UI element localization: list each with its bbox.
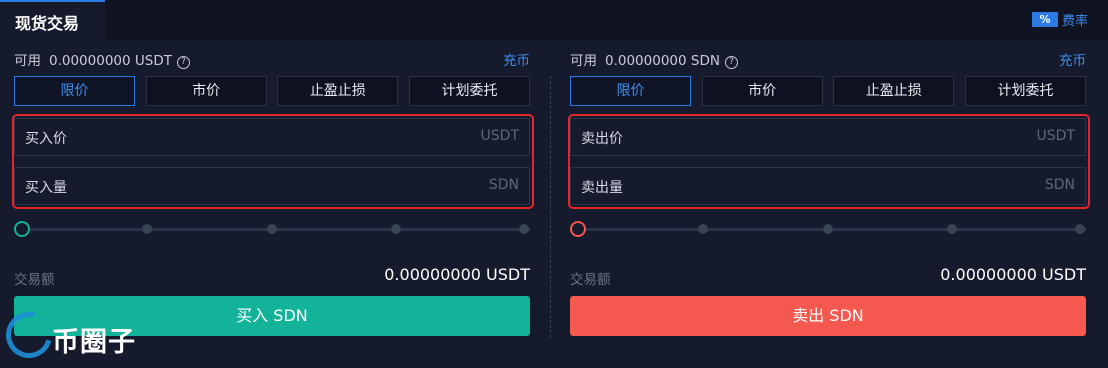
- buy-amount-value: 0.00000000 USDT: [384, 265, 530, 284]
- sell-highlight-box: [568, 114, 1090, 209]
- sell-slider-handle[interactable]: [570, 221, 586, 237]
- buy-amount-label: 交易额: [14, 272, 55, 288]
- sell-tab-market[interactable]: 市价: [701, 76, 823, 106]
- buy-slider-step-75[interactable]: [391, 224, 401, 234]
- watermark-text: 币圈子: [52, 327, 136, 358]
- sell-tab-plan-order[interactable]: 计划委托: [964, 76, 1086, 106]
- sell-slider-step-75[interactable]: [947, 224, 957, 234]
- buy-slider-step-50[interactable]: [267, 224, 277, 234]
- sell-button[interactable]: 卖出 SDN: [570, 296, 1086, 336]
- sell-deposit-link[interactable]: 充币: [1059, 49, 1086, 69]
- sell-amount-value: 0.00000000 USDT: [940, 265, 1086, 284]
- tab-spot-trading-label: 现货交易: [15, 14, 80, 33]
- sell-panel: 可用 0.00000000 SDN? 充币 限价 市价 止盈止损 计划委托 卖出价…: [568, 40, 1090, 368]
- buy-slider-handle[interactable]: [14, 221, 30, 237]
- sell-amount-row: 交易额 0.00000000 USDT: [570, 265, 1086, 288]
- sell-available-label: 可用: [570, 53, 597, 69]
- buy-tab-market[interactable]: 市价: [145, 76, 267, 106]
- buy-tab-limit[interactable]: 限价: [14, 76, 135, 106]
- sell-tab-limit[interactable]: 限价: [570, 76, 691, 106]
- fee-rate-link[interactable]: % 费率: [1031, 10, 1088, 29]
- fee-rate-label: 费率: [1061, 14, 1088, 29]
- panel-divider: [550, 76, 551, 338]
- tab-spot-trading[interactable]: 现货交易: [0, 0, 105, 40]
- buy-tab-plan-order[interactable]: 计划委托: [408, 76, 530, 106]
- sell-available-value: 0.00000000 SDN: [605, 53, 720, 69]
- buy-deposit-link[interactable]: 充币: [503, 49, 530, 69]
- buy-available-row: 可用 0.00000000 USDT? 充币: [14, 49, 530, 69]
- buy-available-value: 0.00000000 USDT: [49, 53, 172, 69]
- sell-slider-step-100[interactable]: [1075, 224, 1085, 234]
- sell-slider-step-25[interactable]: [698, 224, 708, 234]
- sell-slider-step-50[interactable]: [823, 224, 833, 234]
- top-bar: 现货交易 % 费率: [0, 0, 1108, 40]
- buy-order-type-tabs: 限价 市价 止盈止损 计划委托: [14, 76, 530, 106]
- sell-tab-stop-loss[interactable]: 止盈止损: [833, 76, 955, 106]
- buy-amount-row: 交易额 0.00000000 USDT: [14, 265, 530, 288]
- sell-amount-label: 交易额: [570, 272, 611, 288]
- watermark: 币圈子: [0, 303, 156, 367]
- buy-available-label: 可用: [14, 53, 41, 69]
- buy-tab-stop-loss[interactable]: 止盈止损: [277, 76, 399, 106]
- sell-percent-slider[interactable]: [570, 221, 1086, 237]
- sell-available-row: 可用 0.00000000 SDN? 充币: [570, 49, 1086, 69]
- sell-order-type-tabs: 限价 市价 止盈止损 计划委托: [570, 76, 1086, 106]
- help-icon[interactable]: ?: [176, 56, 190, 69]
- percent-icon: %: [1031, 12, 1058, 27]
- buy-slider-step-100[interactable]: [519, 224, 529, 234]
- buy-slider-step-25[interactable]: [142, 224, 152, 234]
- buy-highlight-box: [12, 114, 534, 209]
- buy-percent-slider[interactable]: [14, 221, 530, 237]
- help-icon[interactable]: ?: [724, 56, 738, 69]
